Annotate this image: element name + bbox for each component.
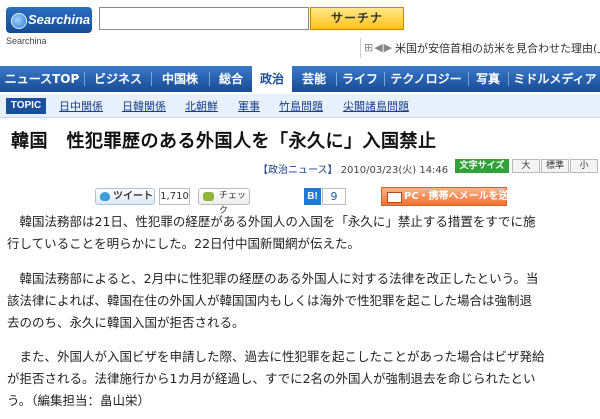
- font-size-control: 文字サイズ 大 標準 小: [455, 159, 598, 173]
- tweet-count: 1,710: [159, 188, 190, 205]
- paragraph-line: 去ののち、永久に韓国入国が拒否される。: [7, 315, 245, 330]
- search-button[interactable]: サーチナ: [310, 7, 404, 30]
- nav-divider: [84, 72, 85, 86]
- topic-link-military[interactable]: 軍事: [238, 98, 260, 114]
- topic-link-japan-china[interactable]: 日中関係: [59, 98, 103, 114]
- nav-item-photos[interactable]: 写真: [472, 66, 504, 92]
- font-size-small-button[interactable]: 小: [570, 159, 598, 173]
- nav-item-technology[interactable]: テクノロジー: [388, 66, 464, 92]
- paragraph-line: 該法律によれば、韓国在住の外国人が韓国国内もしくは海外で性犯罪を起こした場合は強…: [7, 293, 533, 308]
- nav-item-politics[interactable]: 政治: [252, 66, 292, 94]
- paragraph-line: う。（編集担当：畠山栄）: [7, 393, 151, 408]
- paragraph-line: 韓国法務部によると、2月中に性犯罪の経歴のある外国人に対する法律を改正したという…: [7, 271, 539, 286]
- nav-divider: [468, 72, 469, 86]
- article-paragraph: 韓国法務部によると、2月中に性犯罪の経歴のある外国人に対する法律を改正したという…: [7, 268, 591, 334]
- font-size-large-button[interactable]: 大: [512, 159, 540, 173]
- search-input[interactable]: [99, 7, 309, 30]
- share-bar: ツイート 1,710 チェック B! 9 PC・携帯へメールを送る: [0, 186, 600, 216]
- article-date: 2010/03/23(火): [340, 165, 417, 176]
- tweet-button[interactable]: ツイート: [95, 188, 155, 205]
- article-paragraph: また、外国人が入国ビザを申請した際、過去に性犯罪を起こしたことがあった場合はビザ…: [7, 346, 591, 412]
- paragraph-line: 行していることを明らかにした。22日付中国新聞網が伝えた。: [7, 236, 361, 251]
- check-button[interactable]: チェック: [198, 188, 250, 216]
- hatena-bookmark-icon[interactable]: B!: [304, 188, 321, 205]
- nav-item-business[interactable]: ビジネス: [89, 66, 147, 92]
- news-ticker-headline[interactable]: 米国が安倍首相の訪米を見合わせた理由(上): [395, 40, 600, 56]
- nav-item-life[interactable]: ライフ: [340, 66, 380, 92]
- main-nav: ニュースTOP ビジネス 中国株 総合 政治 芸能 ライフ テクノロジー 写真 …: [0, 66, 600, 94]
- topic-bar: TOPIC 日中関係 日韓関係 北朝鮮 軍事 竹島問題 尖閣諸島問題: [0, 94, 600, 118]
- font-size-standard-button[interactable]: 標準: [541, 159, 569, 173]
- topic-link-takeshima[interactable]: 竹島問題: [279, 98, 323, 114]
- nav-divider: [384, 72, 385, 86]
- nav-item-middle-media[interactable]: ミドルメディア: [512, 66, 598, 92]
- article-meta: 【政治ニュース】 2010/03/23(火) 14:46: [258, 161, 448, 176]
- ticker-divider: [360, 38, 361, 58]
- topic-link-senkaku[interactable]: 尖閣諸島問題: [343, 98, 409, 114]
- font-size-label: 文字サイズ: [455, 159, 509, 173]
- article-time: 14:46: [419, 165, 449, 176]
- topic-link-north-korea[interactable]: 北朝鮮: [185, 98, 218, 114]
- nav-item-entertainment[interactable]: 芸能: [296, 66, 332, 92]
- article-paragraph: 韓国法務部は21日、性犯罪の経歴がある外国人の入国を「永久に」禁止する措置をすで…: [7, 211, 591, 255]
- ticker-control-icons[interactable]: ⊞◀▶: [364, 41, 393, 54]
- nav-item-china-stocks[interactable]: 中国株: [155, 66, 205, 92]
- nav-item-general[interactable]: 総合: [213, 66, 249, 92]
- paragraph-line: また、外国人が入国ビザを申請した際、過去に性犯罪を起こしたことがあった場合はビザ…: [7, 349, 545, 364]
- nav-divider: [209, 72, 210, 86]
- site-header: Searchina Searchina サーチナ ⊞◀▶ 米国が安倍首相の訪米を…: [0, 0, 600, 64]
- logo-text: Searchina: [28, 12, 91, 27]
- topic-link-japan-korea[interactable]: 日韓関係: [122, 98, 166, 114]
- topic-badge: TOPIC: [6, 98, 46, 114]
- logo-subtitle: Searchina: [6, 36, 47, 46]
- article-category-link[interactable]: 【政治ニュース】: [258, 165, 338, 176]
- nav-divider: [336, 72, 337, 86]
- searchina-logo[interactable]: Searchina: [6, 7, 92, 33]
- paragraph-line: が拒否される。法律施行から1カ月が経過し、すでに2名の外国人が強制退去を命じられ…: [7, 371, 536, 386]
- send-mail-button[interactable]: PC・携帯へメールを送る: [381, 187, 519, 206]
- hatena-bookmark-count[interactable]: 9: [322, 188, 346, 205]
- nav-divider: [151, 72, 152, 86]
- nav-divider: [508, 72, 509, 86]
- article-title: 韓国 性犯罪歴のある外国人を「永久に」入国禁止: [11, 131, 437, 152]
- nav-item-news-top[interactable]: ニュースTOP: [4, 66, 80, 92]
- paragraph-line: 韓国法務部は21日、性犯罪の経歴がある外国人の入国を「永久に」禁止する措置をすで…: [7, 214, 536, 229]
